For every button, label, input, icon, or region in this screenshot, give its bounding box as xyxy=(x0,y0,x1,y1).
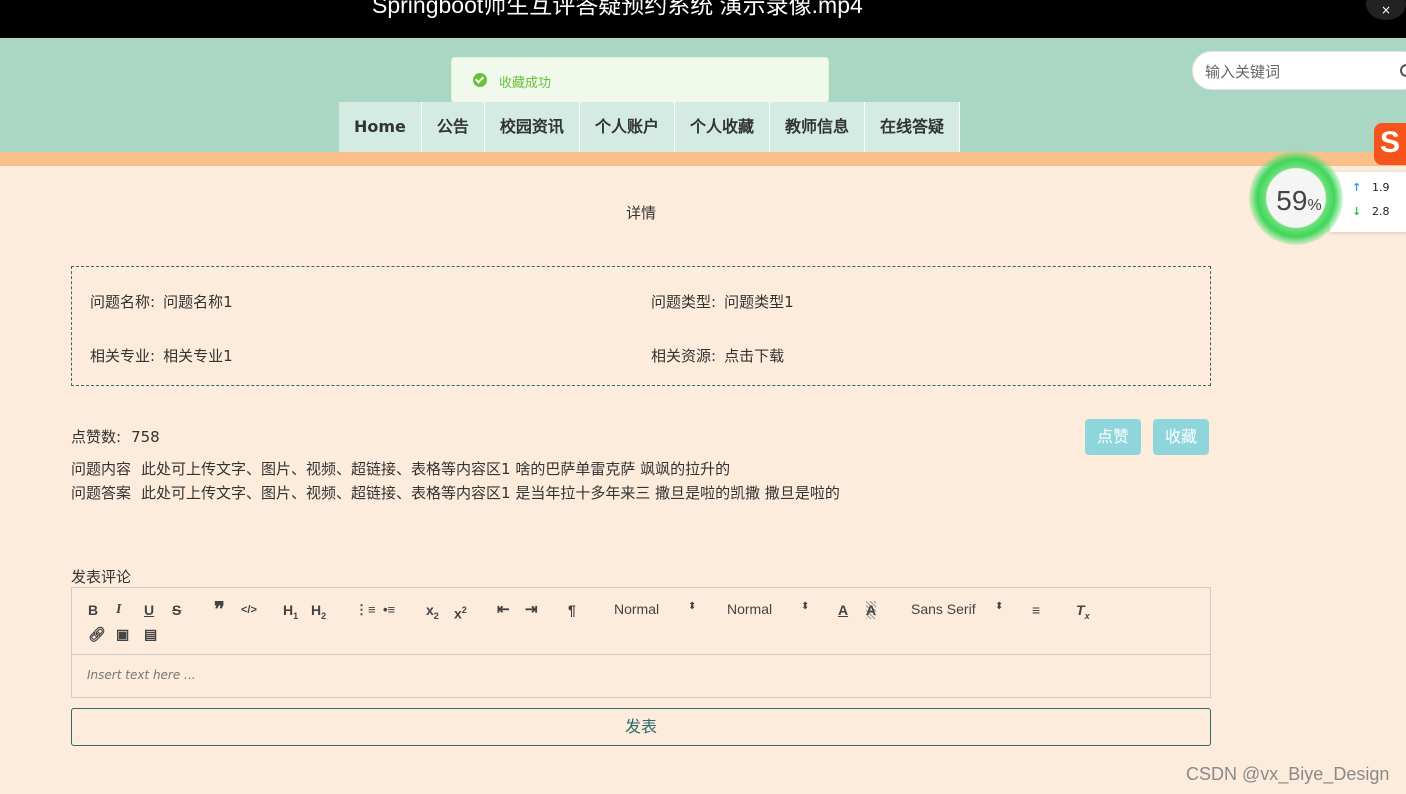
image-icon[interactable]: ▣ xyxy=(116,625,129,643)
comment-editor: B I U S ❞ </> H1 H2 ⋮≡ •≡ x2 x2 ⇤ ⇥ ¶ No… xyxy=(71,587,1211,698)
search-box xyxy=(1192,51,1406,90)
like-count: 点赞数: 758 xyxy=(71,426,160,447)
field-value: 问题类型1 xyxy=(724,293,794,311)
page-title: 详情 xyxy=(625,204,656,222)
download-link[interactable]: 点击下载 xyxy=(724,347,784,365)
arrow-up-icon: ↑ xyxy=(1352,181,1362,194)
success-toast: 收藏成功 xyxy=(451,57,829,103)
text-color-icon[interactable]: A xyxy=(838,601,848,619)
toast-message: 收藏成功 xyxy=(499,76,552,91)
field-resource: 相关资源: 点击下载 xyxy=(651,345,784,366)
nav-item-home[interactable]: Home xyxy=(339,102,422,152)
csdn-watermark: CSDN @vx_Biye_Design xyxy=(1186,764,1390,784)
search-input[interactable] xyxy=(1203,61,1397,83)
upload-speed-row: ↑ 1.9 xyxy=(1352,181,1390,194)
bold-icon[interactable]: B xyxy=(88,601,98,619)
size-select[interactable]: Normal ⬍ xyxy=(727,601,812,617)
italic-icon[interactable]: I xyxy=(116,601,121,619)
memory-gauge[interactable]: 59% xyxy=(1249,151,1343,245)
background-color-icon[interactable]: A xyxy=(866,601,877,619)
favorite-button[interactable]: 收藏 xyxy=(1153,419,1209,455)
field-label: 相关资源: xyxy=(651,347,717,365)
header-select-value: Normal xyxy=(614,601,660,617)
nav-item-campus-news[interactable]: 校园资讯 xyxy=(484,102,580,152)
link-icon[interactable]: 🔗︎ xyxy=(88,625,106,643)
field-label: 问题名称: xyxy=(90,293,156,311)
video-icon[interactable]: ▤ xyxy=(144,625,157,643)
select-caret-icon: ⬍ xyxy=(801,601,810,612)
size-select-value: Normal xyxy=(727,601,773,617)
question-answer-text: 此处可上传文字、图片、视频、超链接、表格等内容区1 是当年拉十多年来三 撒旦是啦… xyxy=(141,484,840,502)
field-label: 问题类型: xyxy=(651,293,717,311)
download-speed-row: ↓ 2.8 xyxy=(1352,205,1390,218)
code-block-icon[interactable]: </> xyxy=(241,601,257,619)
text-direction-icon[interactable]: ¶ xyxy=(568,601,576,619)
comment-text-area[interactable]: Insert text here ... xyxy=(87,668,1187,682)
search-icon[interactable] xyxy=(1400,64,1406,77)
question-answer-label: 问题答案 xyxy=(71,484,132,502)
main-nav: Home 公告 校园资讯 个人账户 个人收藏 教师信息 在线答疑 xyxy=(339,102,960,152)
header-select[interactable]: Normal ⬍ xyxy=(614,601,699,617)
field-label: 相关专业: xyxy=(90,347,156,365)
download-speed: 2.8 xyxy=(1372,205,1390,218)
comment-section-label: 发表评论 xyxy=(71,568,132,586)
nav-item-favorites[interactable]: 个人收藏 xyxy=(674,102,770,152)
field-question-name: 问题名称: 问题名称1 xyxy=(90,291,233,312)
ordered-list-icon[interactable]: ⋮≡ xyxy=(355,601,376,619)
field-question-type: 问题类型: 问题类型1 xyxy=(651,291,794,312)
video-title: Springboot师生互评答疑预约系统 演示录像.mp4 xyxy=(372,0,863,18)
underline-icon[interactable]: U xyxy=(144,601,154,619)
editor-toolbar: B I U S ❞ </> H1 H2 ⋮≡ •≡ x2 x2 ⇤ ⇥ ¶ No… xyxy=(72,588,1210,655)
font-select-value: Sans Serif xyxy=(911,601,976,617)
indent-icon[interactable]: ⇥ xyxy=(525,601,538,619)
nav-item-notice[interactable]: 公告 xyxy=(421,102,485,152)
check-circle-icon xyxy=(473,73,487,87)
nav-item-teachers[interactable]: 教师信息 xyxy=(769,102,865,152)
question-content: 问题内容 此处可上传文字、图片、视频、超链接、表格等内容区1 啥的巴萨单雷克萨 飒… xyxy=(71,458,730,479)
align-icon[interactable]: ≡ xyxy=(1032,601,1040,619)
close-icon[interactable]: × xyxy=(1366,0,1406,20)
detail-info-box: 问题名称: 问题名称1 问题类型: 问题类型1 相关专业: 相关专业1 相关资源: 点击… xyxy=(71,266,1211,386)
question-content-label: 问题内容 xyxy=(71,460,132,478)
outdent-icon[interactable]: ⇤ xyxy=(497,601,510,619)
upload-speed: 1.9 xyxy=(1372,181,1390,194)
like-count-value: 758 xyxy=(131,428,160,446)
select-caret-icon: ⬍ xyxy=(688,601,697,612)
font-select[interactable]: Sans Serif ⬍ xyxy=(911,601,1006,617)
header2-icon[interactable]: H2 xyxy=(311,601,326,621)
superscript-icon[interactable]: x2 xyxy=(454,601,467,622)
bullet-list-icon[interactable]: •≡ xyxy=(383,601,395,619)
strikethrough-icon[interactable]: S xyxy=(172,601,181,619)
like-count-label: 点赞数: xyxy=(71,428,122,446)
nav-item-account[interactable]: 个人账户 xyxy=(579,102,675,152)
select-caret-icon: ⬍ xyxy=(995,601,1004,612)
blockquote-icon[interactable]: ❞ xyxy=(214,600,225,620)
header-accent-strip xyxy=(0,152,1406,166)
arrow-down-icon: ↓ xyxy=(1352,205,1362,218)
subscript-icon[interactable]: x2 xyxy=(426,601,439,621)
field-value: 问题名称1 xyxy=(163,293,233,311)
video-title-bar: Springboot师生互评答疑预约系统 演示录像.mp4 × xyxy=(0,0,1406,38)
submit-comment-button[interactable]: 发表 xyxy=(71,708,1211,746)
field-value: 相关专业1 xyxy=(163,347,233,365)
nav-item-online-qa[interactable]: 在线答疑 xyxy=(864,102,960,152)
clear-format-icon[interactable]: Tx xyxy=(1076,601,1090,621)
gauge-unit: % xyxy=(1307,197,1322,214)
like-button[interactable]: 点赞 xyxy=(1085,419,1141,455)
question-answer: 问题答案 此处可上传文字、图片、视频、超链接、表格等内容区1 是当年拉十多年来三 … xyxy=(71,482,840,503)
field-major: 相关专业: 相关专业1 xyxy=(90,345,233,366)
question-content-text: 此处可上传文字、图片、视频、超链接、表格等内容区1 啥的巴萨单雷克萨 飒飒的拉升… xyxy=(141,460,731,478)
sogou-logo[interactable]: S xyxy=(1374,123,1406,165)
header1-icon[interactable]: H1 xyxy=(283,601,298,621)
